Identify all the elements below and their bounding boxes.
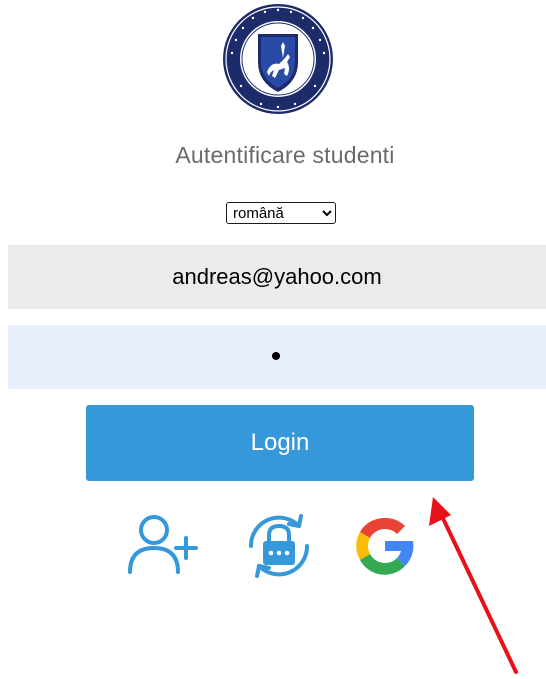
login-button[interactable]: Login (86, 405, 474, 481)
add-user-icon (128, 515, 198, 574)
university-seal-icon (223, 4, 333, 114)
google-signin-button[interactable] (343, 508, 427, 584)
email-field[interactable] (8, 245, 546, 309)
google-icon (356, 517, 414, 575)
language-select[interactable]: română (226, 202, 336, 224)
login-page: Autentificare studenti română Login (0, 0, 546, 679)
password-reset-icon (248, 514, 310, 578)
university-logo (221, 2, 335, 116)
register-button[interactable] (124, 508, 208, 584)
page-title: Autentificare studenti (175, 142, 395, 168)
password-reset-button[interactable] (237, 508, 321, 584)
password-field[interactable] (8, 325, 546, 389)
